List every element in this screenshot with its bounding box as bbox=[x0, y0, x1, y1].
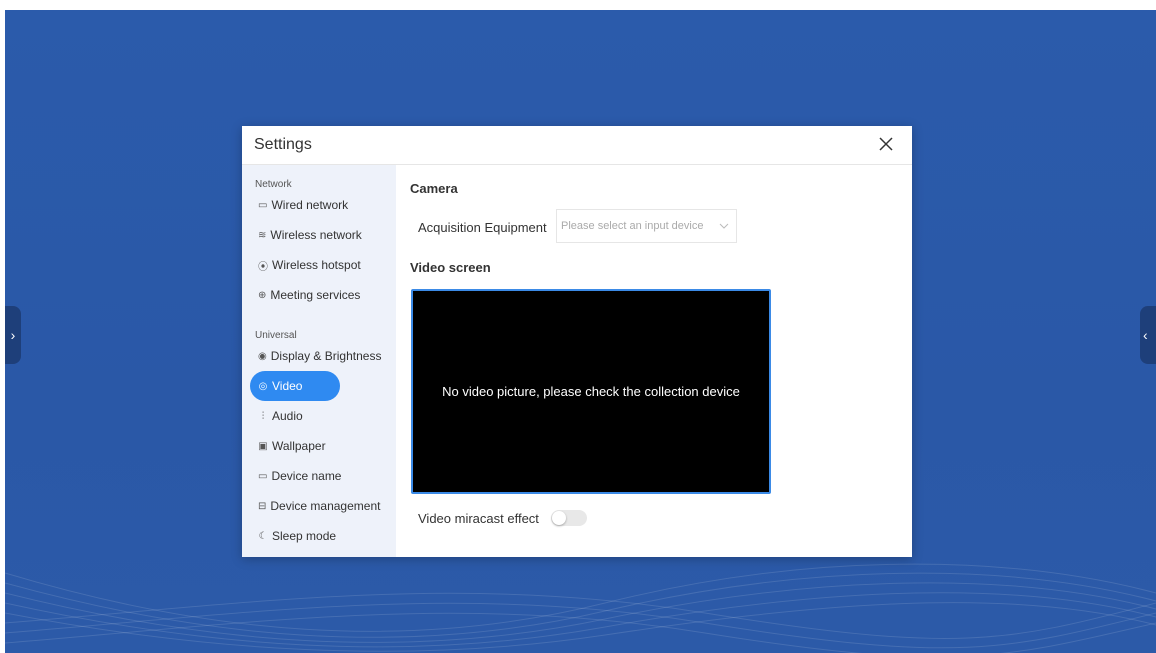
globe-icon: ⊕ bbox=[258, 289, 267, 301]
sidebar-item-label: Device name bbox=[271, 469, 342, 483]
wallpaper-icon: ▣ bbox=[258, 440, 268, 452]
sidebar-item-meeting-services[interactable]: ⊕ Meeting services bbox=[250, 280, 360, 310]
chevron-down-icon bbox=[719, 223, 729, 229]
right-edge-expand-button[interactable]: ‹ bbox=[1140, 306, 1156, 364]
miracast-label: Video miracast effect bbox=[418, 511, 539, 526]
device-icon: ▭ bbox=[258, 470, 268, 482]
camera-section-title: Camera bbox=[410, 181, 458, 196]
sidebar-item-label: Wallpaper bbox=[272, 439, 326, 453]
sidebar-item-audio[interactable]: ⫶ Audio bbox=[250, 401, 340, 431]
settings-dialog: Settings Network ▭ Wired network ≋ Wirel… bbox=[242, 126, 912, 557]
close-icon[interactable] bbox=[876, 134, 896, 154]
sidebar-item-display-brightness[interactable]: ◉ Display & Brightness bbox=[250, 341, 381, 371]
toggle-knob bbox=[552, 511, 566, 525]
sidebar-item-device-management[interactable]: ⊟ Device management bbox=[250, 491, 380, 521]
video-placeholder-message: No video picture, please check the colle… bbox=[442, 384, 740, 399]
wifi-icon: ≋ bbox=[258, 229, 267, 241]
sidebar-item-label: Wired network bbox=[271, 198, 349, 212]
acquisition-equipment-select[interactable]: Please select an input device bbox=[556, 209, 737, 243]
sidebar-item-label: Device management bbox=[270, 499, 381, 513]
acquisition-equipment-label: Acquisition Equipment bbox=[418, 220, 547, 235]
sidebar-group-network: Network bbox=[255, 179, 292, 190]
chevron-right-icon: › bbox=[10, 327, 16, 343]
audio-icon: ⫶ bbox=[261, 410, 265, 422]
sidebar-item-label: Display & Brightness bbox=[270, 349, 382, 363]
video-screen-section-title: Video screen bbox=[410, 260, 491, 275]
dialog-title: Settings bbox=[254, 136, 312, 153]
miracast-toggle[interactable] bbox=[551, 510, 587, 526]
sidebar-item-video[interactable]: ◎ Video bbox=[250, 371, 340, 401]
sidebar-item-label: Wireless hotspot bbox=[272, 258, 361, 272]
sleep-icon: ☾ bbox=[258, 530, 268, 542]
settings-content: Camera Acquisition Equipment Please sele… bbox=[410, 165, 912, 557]
sidebar-item-label: Wireless network bbox=[270, 228, 362, 242]
eye-icon: ◉ bbox=[258, 350, 267, 362]
sidebar-item-wireless-network[interactable]: ≋ Wireless network bbox=[250, 220, 362, 250]
sidebar-item-wired-network[interactable]: ▭ Wired network bbox=[250, 190, 348, 220]
video-preview: No video picture, please check the colle… bbox=[411, 289, 771, 494]
monitor-icon: ▭ bbox=[258, 199, 268, 211]
sidebar-item-label: Meeting services bbox=[270, 288, 361, 302]
chevron-left-icon: ‹ bbox=[1143, 327, 1148, 343]
sidebar-item-label: Video bbox=[272, 379, 303, 393]
sidebar-item-wallpaper[interactable]: ▣ Wallpaper bbox=[250, 431, 340, 461]
camera-icon: ◎ bbox=[258, 380, 268, 392]
sidebar-item-sleep-mode[interactable]: ☾ Sleep mode bbox=[250, 521, 340, 551]
sidebar-item-wireless-hotspot[interactable]: ⦿ Wireless hotspot bbox=[250, 250, 361, 280]
sidebar-item-label: Sleep mode bbox=[272, 529, 337, 543]
left-edge-expand-button[interactable]: › bbox=[5, 306, 21, 364]
sidebar-item-device-name[interactable]: ▭ Device name bbox=[250, 461, 342, 491]
select-placeholder: Please select an input device bbox=[561, 220, 704, 232]
device-management-icon: ⊟ bbox=[258, 500, 267, 512]
sidebar-item-label: Audio bbox=[272, 409, 303, 423]
settings-sidebar: Network ▭ Wired network ≋ Wireless netwo… bbox=[242, 165, 396, 557]
hotspot-icon: ⦿ bbox=[258, 261, 268, 273]
sidebar-group-universal: Universal bbox=[255, 330, 297, 341]
dialog-header: Settings bbox=[242, 126, 912, 165]
